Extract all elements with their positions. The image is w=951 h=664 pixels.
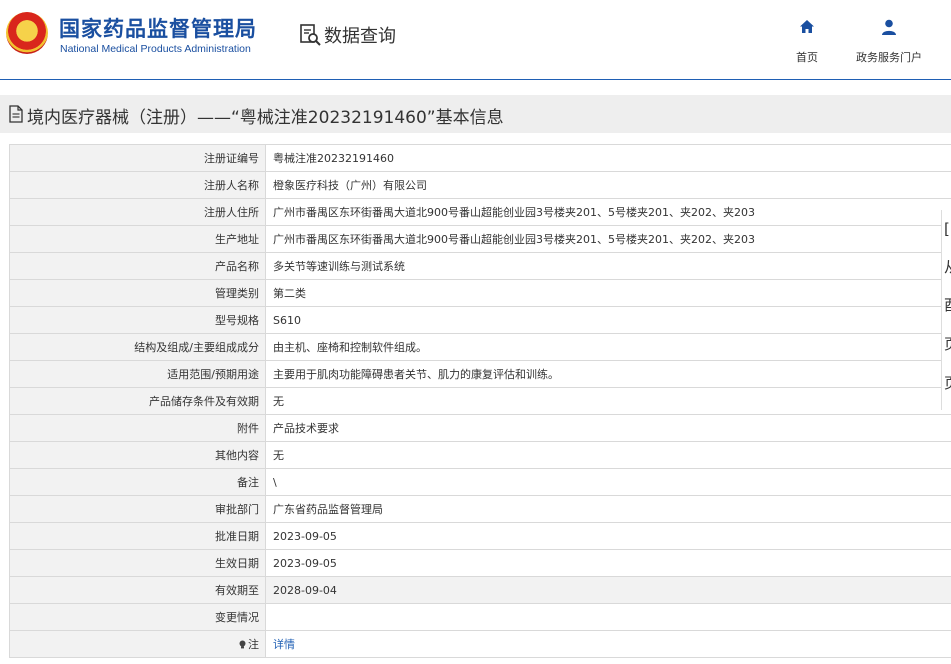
nav-service-portal-label: 政务服务门户 [856,51,922,64]
field-value: \ [265,468,951,496]
table-row: 注册人住所 广州市番禺区东环街番禺大道北900号番山超能创业园3号楼夹201、5号… [9,198,951,226]
field-value: 2028-09-04 [265,576,951,604]
site-header: ★ 国家药品监督管理局 National Medical Products Ad… [0,0,951,80]
field-label: 备注 [9,468,266,496]
data-query-label: 数据查询 [324,26,396,47]
field-value: 由主机、座椅和控制软件组成。 [265,333,951,361]
table-row: 变更情况 [9,603,951,631]
field-value: 粤械注准20232191460 [265,144,951,172]
document-search-icon [300,24,321,46]
table-row: 注 详情 [9,630,951,658]
field-label: 注册证编号 [9,144,266,172]
bulb-icon [239,640,246,649]
nav-home-label: 首页 [796,51,818,64]
table-row: 备注 \ [9,468,951,496]
field-label: 管理类别 [9,279,266,307]
note-label: 注 [248,638,259,651]
table-row: 产品名称 多关节等速训练与测试系统 [9,252,951,280]
side-panel-glyph[interactable]: 页 [944,372,951,393]
note-value-cell: 详情 [265,630,951,658]
table-row: 审批部门 广东省药品监督管理局 [9,495,951,523]
field-value: 2023-09-05 [265,549,951,577]
field-label: 注册人名称 [9,171,266,199]
field-value: S610 [265,306,951,334]
field-value [265,603,951,631]
table-row: 管理类别 第二类 [9,279,951,307]
field-value: 主要用于肌肉功能障碍患者关节、肌力的康复评估和训练。 [265,360,951,388]
table-row: 产品储存条件及有效期无 [9,387,951,415]
national-emblem-logo: ★ [6,12,48,54]
note-label-cell: 注 [9,630,266,658]
field-value: 多关节等速训练与测试系统 [265,252,951,280]
field-value: 产品技术要求 [265,414,951,442]
nav-home[interactable]: 首页 [790,18,824,65]
details-link[interactable]: 详情 [273,638,295,651]
field-label: 产品名称 [9,252,266,280]
document-icon [9,105,23,123]
field-value: 广州市番禺区东环街番禺大道北900号番山超能创业园3号楼夹201、5号楼夹201… [265,198,951,226]
device-info-table: 注册证编号 粤械注准20232191460 注册人名称 橙象医疗科技（广州）有限公司注… [9,144,951,658]
side-panel-glyph[interactable]: 从 [944,256,951,277]
field-value: 无 [265,441,951,469]
field-value: 广东省药品监督管理局 [265,495,951,523]
field-value: 2023-09-05 [265,522,951,550]
field-label: 生产地址 [9,225,266,253]
org-name-en: National Medical Products Administration [60,43,251,55]
table-row: 注册人名称 橙象医疗科技（广州）有限公司 [9,171,951,199]
field-label: 结构及组成/主要组成成分 [9,333,266,361]
page-title: 境内医疗器械（注册）——“粤械注准20232191460”基本信息 [27,108,504,128]
table-row: 附件 产品技术要求 [9,414,951,442]
nav-service-portal[interactable]: 政务服务门户 [848,18,930,65]
side-panel-glyph[interactable]: [ [944,220,951,238]
table-row: 有效期至 2028-09-04 [9,576,951,604]
field-value: 无 [265,387,951,415]
home-icon [800,20,814,33]
field-label: 型号规格 [9,306,266,334]
table-row: 其他内容无 [9,441,951,469]
table-row: 批准日期 2023-09-05 [9,522,951,550]
field-value: 橙象医疗科技（广州）有限公司 [265,171,951,199]
side-panel-glyph[interactable]: 页 [944,333,951,354]
field-label: 变更情况 [9,603,266,631]
field-label: 适用范围/预期用途 [9,360,266,388]
field-label: 有效期至 [9,576,266,604]
table-row: 生效日期 2023-09-05 [9,549,951,577]
field-label: 注册人住所 [9,198,266,226]
data-query-title: 数据查询 [298,22,396,48]
side-panel-glyph[interactable]: 酉 [944,294,951,315]
field-label: 产品储存条件及有效期 [9,387,266,415]
table-row: 结构及组成/主要组成成分 由主机、座椅和控制软件组成。 [9,333,951,361]
table-row: 注册证编号 粤械注准20232191460 [9,144,951,172]
field-value: 第二类 [265,279,951,307]
field-label: 其他内容 [9,441,266,469]
user-icon [882,19,896,35]
table-row: 适用范围/预期用途 主要用于肌肉功能障碍患者关节、肌力的康复评估和训练。 [9,360,951,388]
field-label: 审批部门 [9,495,266,523]
field-label: 附件 [9,414,266,442]
field-value: 广州市番禺区东环街番禺大道北900号番山超能创业园3号楼夹201、5号楼夹201… [265,225,951,253]
field-label: 生效日期 [9,549,266,577]
org-name-cn: 国家药品监督管理局 [59,17,257,41]
field-label: 批准日期 [9,522,266,550]
table-row: 型号规格 S610 [9,306,951,334]
table-row: 生产地址 广州市番禺区东环街番禺大道北900号番山超能创业园3号楼夹201、5号楼… [9,225,951,253]
